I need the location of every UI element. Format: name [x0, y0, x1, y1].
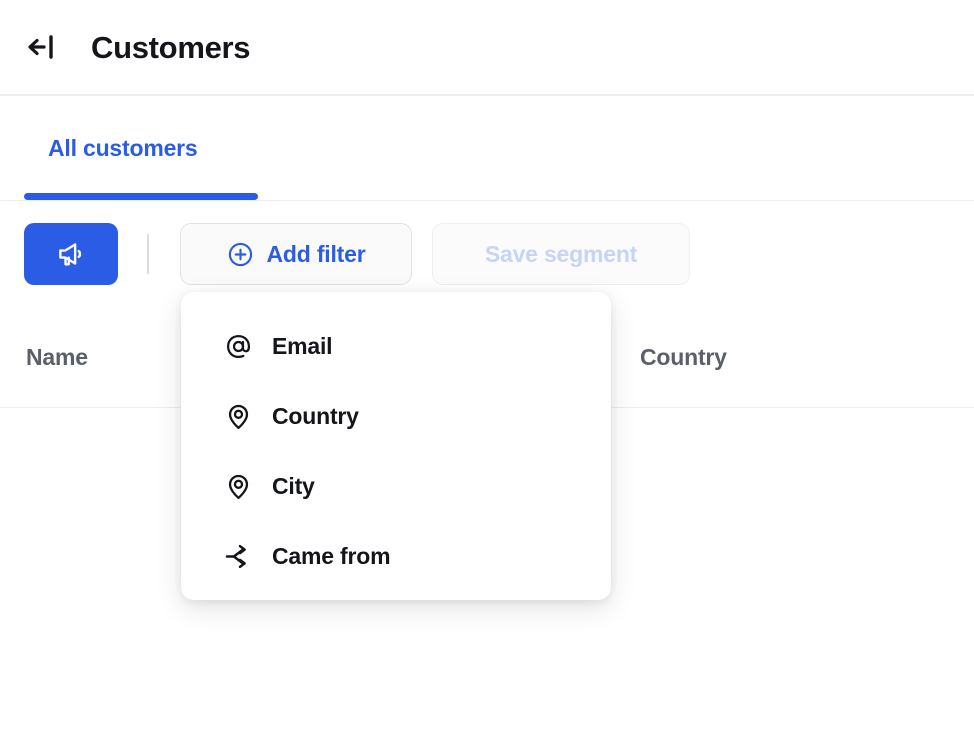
filter-option-email-label: Email: [272, 332, 333, 359]
save-segment-label: Save segment: [484, 240, 638, 267]
add-filter-button[interactable]: Add filter: [180, 223, 412, 285]
page-header: Customers: [0, 0, 974, 96]
add-filter-label: Add filter: [266, 240, 366, 267]
save-segment-button[interactable]: Save segment: [432, 223, 690, 285]
filter-option-country-label: Country: [272, 402, 359, 429]
map-pin-icon: [223, 401, 253, 431]
filter-option-country[interactable]: Country: [181, 381, 611, 451]
tab-active-indicator: [24, 193, 258, 200]
plus-circle-icon: [227, 241, 254, 268]
megaphone-icon: [56, 239, 86, 269]
page-title: Customers: [91, 29, 251, 65]
tab-bar: All customers: [0, 96, 974, 201]
customers-page: Customers All customers Add filter Save …: [0, 0, 974, 734]
filter-option-city[interactable]: City: [181, 451, 611, 521]
toolbar-divider: [147, 234, 149, 274]
filter-option-came-from[interactable]: Came from: [181, 521, 611, 591]
column-header-name[interactable]: Name: [26, 307, 88, 408]
collapse-sidebar-button[interactable]: [24, 27, 64, 67]
map-pin-icon: [223, 471, 253, 501]
at-sign-icon: [223, 331, 253, 361]
tab-all-customers-label: All customers: [48, 135, 198, 161]
broadcast-button[interactable]: [24, 223, 118, 285]
tab-all-customers[interactable]: All customers: [24, 96, 208, 201]
column-header-country[interactable]: Country: [640, 307, 727, 408]
filter-option-came-from-label: Came from: [272, 542, 391, 569]
filter-option-city-label: City: [272, 472, 315, 499]
branch-arrows-icon: [223, 541, 253, 571]
arrow-left-to-bar-icon: [27, 34, 61, 60]
filter-option-email[interactable]: Email: [181, 311, 611, 381]
add-filter-dropdown: Email Country City Came from: [181, 292, 611, 600]
